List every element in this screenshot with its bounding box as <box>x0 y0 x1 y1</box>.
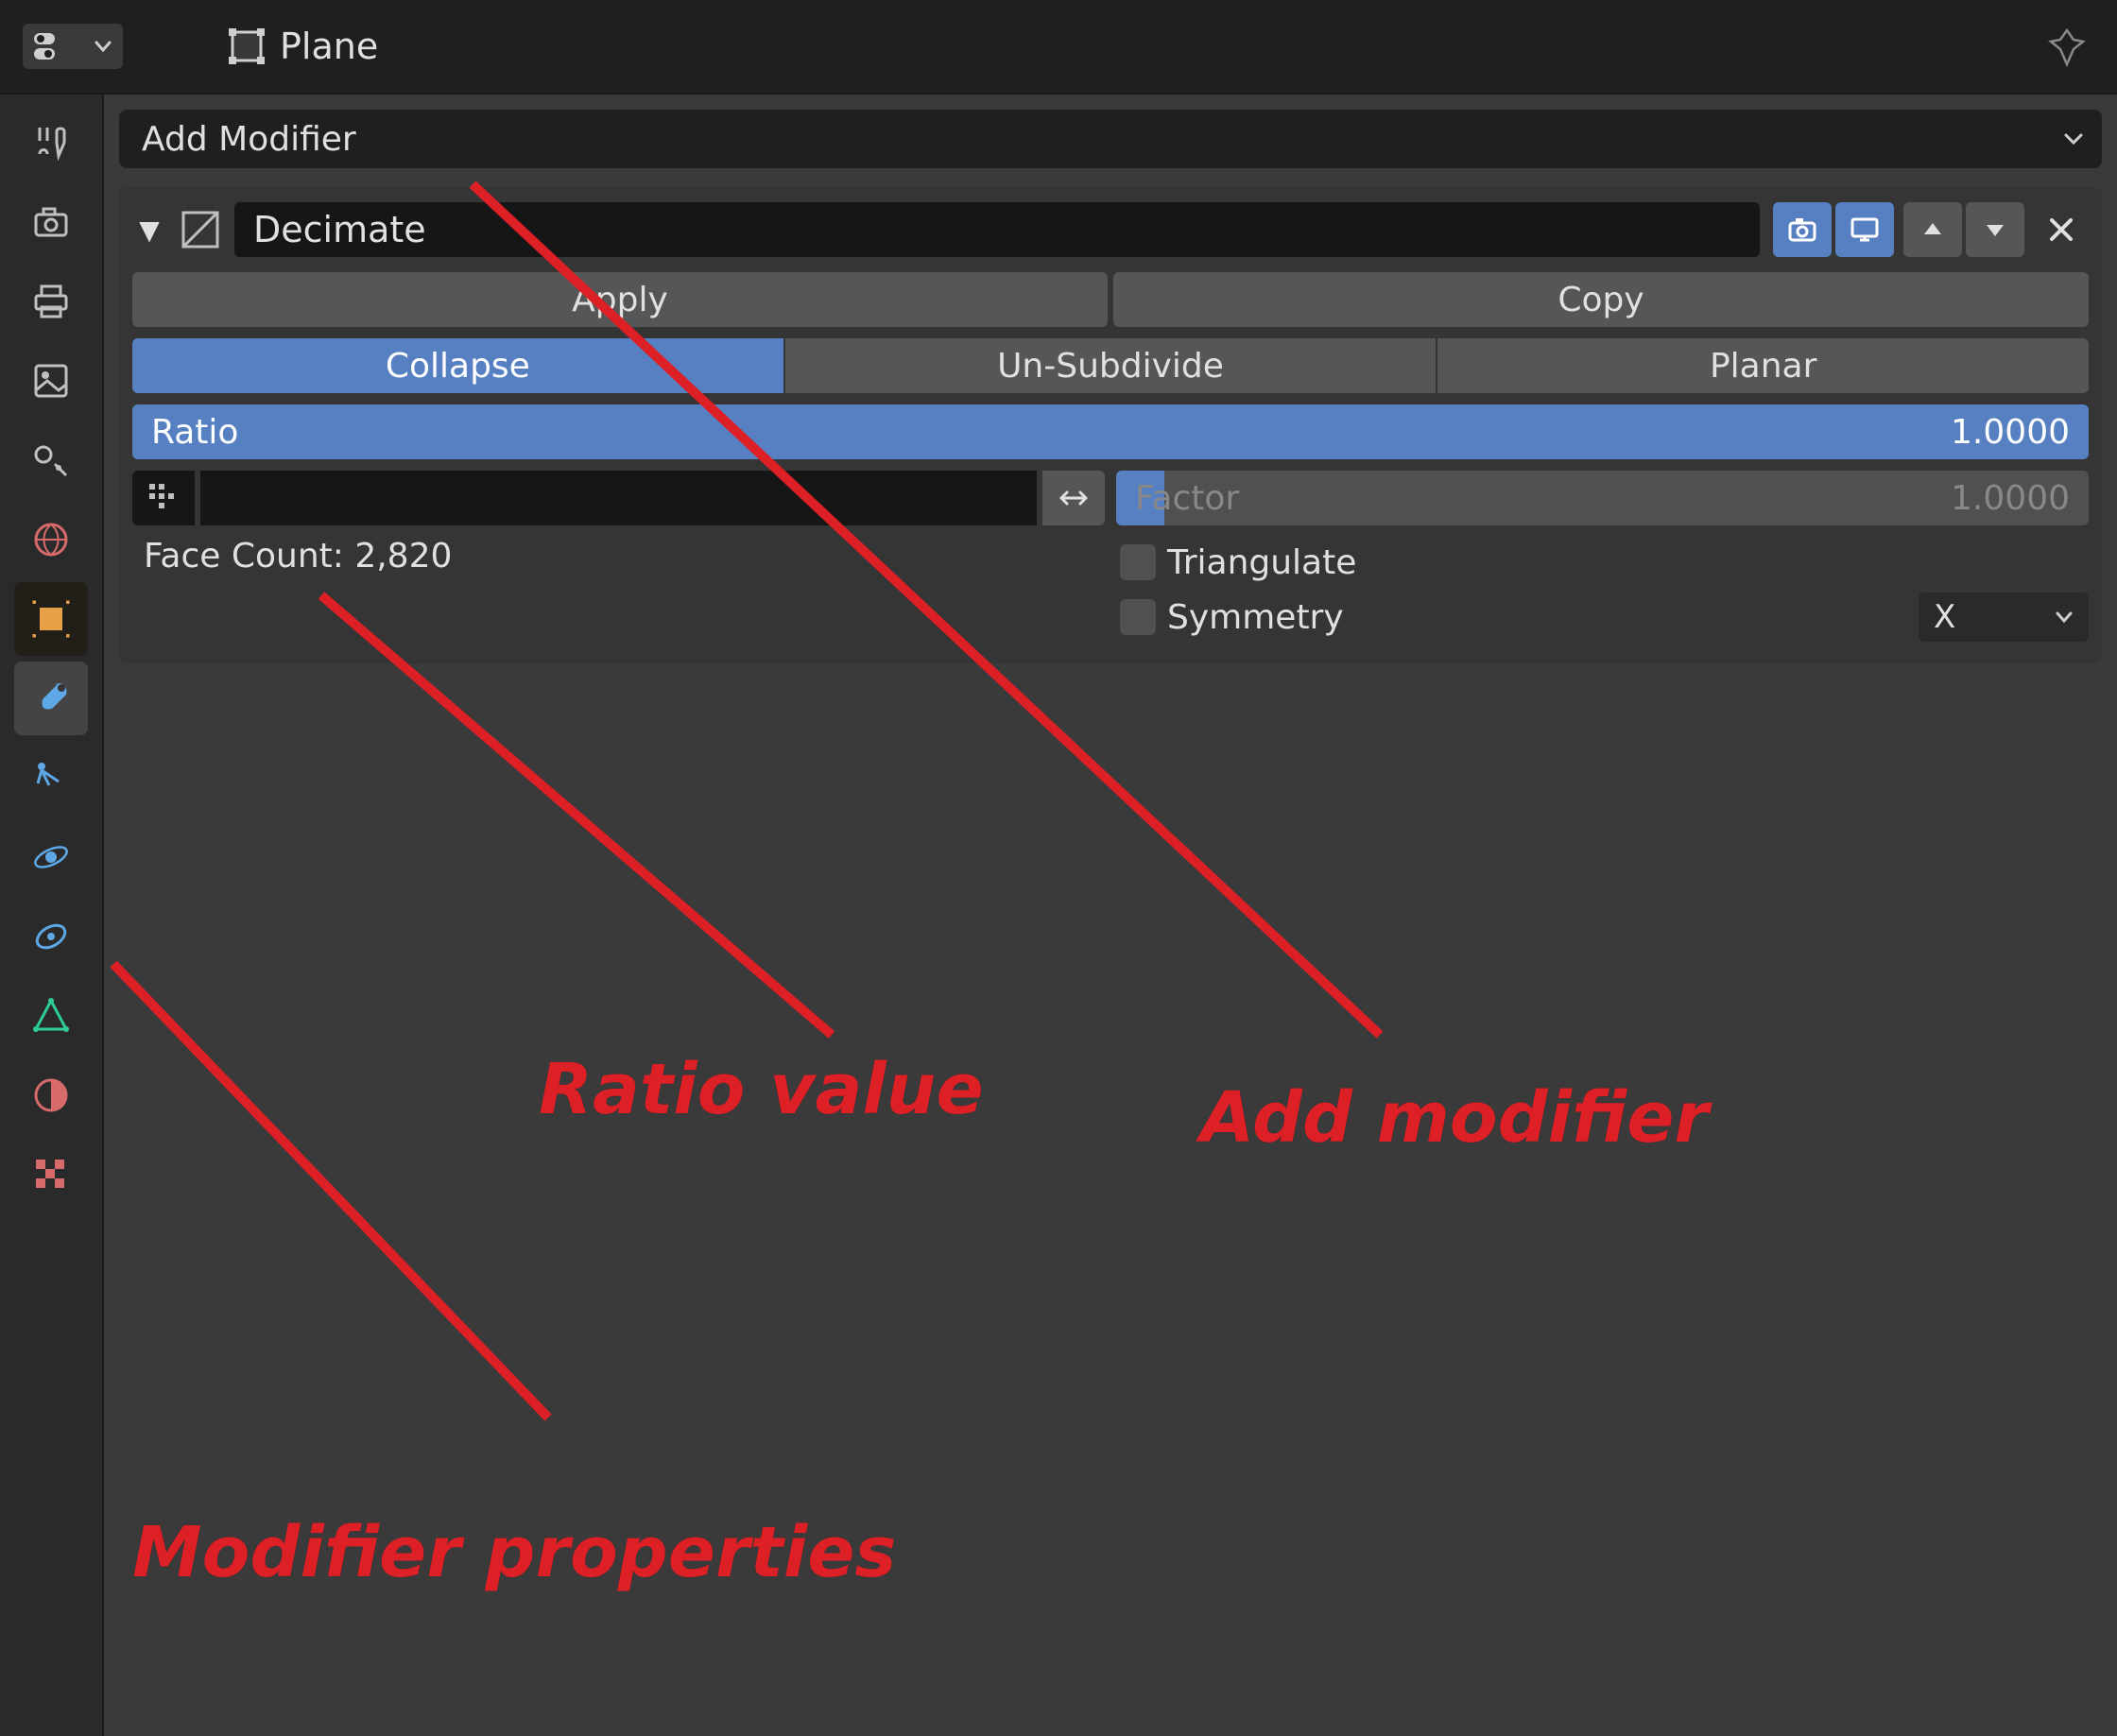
material-sphere-icon <box>30 1074 72 1116</box>
triangulate-checkbox[interactable] <box>1120 544 1156 580</box>
symmetry-label: Symmetry <box>1167 598 1344 637</box>
object-name: Plane <box>280 26 378 67</box>
mode-collapse[interactable]: Collapse <box>132 338 783 393</box>
render-camera-icon <box>30 201 72 243</box>
symmetry-axis: X <box>1934 598 1955 636</box>
symmetry-axis-dropdown[interactable]: X <box>1919 593 2089 642</box>
editor-type-selector[interactable] <box>23 24 123 69</box>
vertex-group-input[interactable] <box>200 471 1037 525</box>
toggle-viewport-visibility[interactable] <box>1835 202 1894 257</box>
chevron-down-icon <box>2062 128 2085 150</box>
constraints-icon <box>30 916 72 957</box>
tab-data-mesh[interactable] <box>14 979 88 1053</box>
factor-label: Factor <box>1135 479 1951 518</box>
mode-label: Collapse <box>386 347 530 386</box>
mode-label: Planar <box>1710 347 1816 386</box>
face-count: Face Count: 2,820 <box>132 525 1105 579</box>
properties-header: Plane <box>0 0 2117 95</box>
tab-modifiers[interactable] <box>14 662 88 735</box>
pin-button[interactable] <box>2045 25 2089 68</box>
mode-label: Un-Subdivide <box>997 347 1224 386</box>
modifier-move-up[interactable] <box>1903 202 1962 257</box>
tool-icon <box>30 122 72 163</box>
ratio-slider[interactable]: Ratio 1.0000 <box>132 404 2089 459</box>
particles-icon <box>30 757 72 799</box>
tab-scene[interactable] <box>14 423 88 497</box>
properties-body: Add Modifier ▼ <box>0 95 2117 1736</box>
arrows-horizontal-icon <box>1058 482 1090 514</box>
tab-texture[interactable] <box>14 1138 88 1212</box>
triangle-down-icon <box>1983 217 2007 242</box>
close-icon <box>2046 215 2076 245</box>
mesh-triangle-icon <box>30 995 72 1037</box>
mode-unsubdivide[interactable]: Un-Subdivide <box>785 338 1437 393</box>
physics-orbit-icon <box>30 836 72 878</box>
pin-icon <box>2045 25 2089 68</box>
object-plane-icon <box>227 26 267 66</box>
world-globe-icon <box>30 519 72 560</box>
chevron-down-icon <box>93 36 113 57</box>
breadcrumb[interactable]: Plane <box>227 26 378 67</box>
copy-button[interactable]: Copy <box>1113 272 2089 327</box>
chevron-down-icon <box>2055 608 2074 627</box>
panel-disclose[interactable]: ▼ <box>132 215 166 246</box>
wrench-icon <box>30 678 72 719</box>
output-printer-icon <box>30 281 72 322</box>
tab-particles[interactable] <box>14 741 88 815</box>
modifier-remove[interactable] <box>2034 202 2089 257</box>
vertex-group-icon-slot <box>132 471 195 525</box>
tab-render[interactable] <box>14 185 88 259</box>
triangle-up-icon <box>1920 217 1945 242</box>
add-modifier-dropdown[interactable]: Add Modifier <box>119 110 2102 168</box>
viewlayer-image-icon <box>30 360 72 402</box>
vertex-group-invert[interactable] <box>1042 471 1105 525</box>
triangulate-label: Triangulate <box>1167 543 1356 582</box>
tab-view-layer[interactable] <box>14 344 88 418</box>
scene-icon <box>30 439 72 481</box>
editor-type-icon <box>32 29 87 63</box>
vertex-group-grid-icon <box>147 482 180 514</box>
modifier-content: Add Modifier ▼ <box>104 95 2117 1736</box>
modifier-move-down[interactable] <box>1966 202 2024 257</box>
tab-material[interactable] <box>14 1058 88 1132</box>
symmetry-checkbox[interactable] <box>1120 599 1156 635</box>
ratio-value: 1.0000 <box>1951 413 2070 452</box>
add-modifier-label: Add Modifier <box>142 120 356 159</box>
tab-world[interactable] <box>14 503 88 576</box>
apply-button[interactable]: Apply <box>132 272 1108 327</box>
modifier-panel-header: ▼ Decimate <box>132 198 2089 261</box>
texture-checker-icon <box>30 1154 72 1195</box>
toggle-render-visibility[interactable] <box>1773 202 1832 257</box>
copy-label: Copy <box>1558 281 1644 319</box>
monitor-icon <box>1849 214 1881 246</box>
camera-icon <box>1786 214 1818 246</box>
modifier-name-input[interactable]: Decimate <box>234 202 1760 257</box>
tab-object[interactable] <box>14 582 88 656</box>
properties-tab-rail <box>0 95 104 1736</box>
factor-value: 1.0000 <box>1951 479 2070 518</box>
tab-constraints[interactable] <box>14 900 88 973</box>
tab-physics[interactable] <box>14 820 88 894</box>
modifier-panel-decimate: ▼ Decimate <box>119 187 2102 663</box>
object-square-icon <box>30 598 72 640</box>
factor-slider[interactable]: Factor 1.0000 <box>1116 471 2089 525</box>
tab-output[interactable] <box>14 265 88 338</box>
apply-label: Apply <box>572 281 668 319</box>
tab-tool[interactable] <box>14 106 88 180</box>
properties-window: Plane <box>0 0 2117 1736</box>
mode-planar[interactable]: Planar <box>1437 338 2089 393</box>
decimate-icon <box>180 209 221 250</box>
ratio-label: Ratio <box>151 413 1951 452</box>
modifier-name: Decimate <box>253 209 426 250</box>
